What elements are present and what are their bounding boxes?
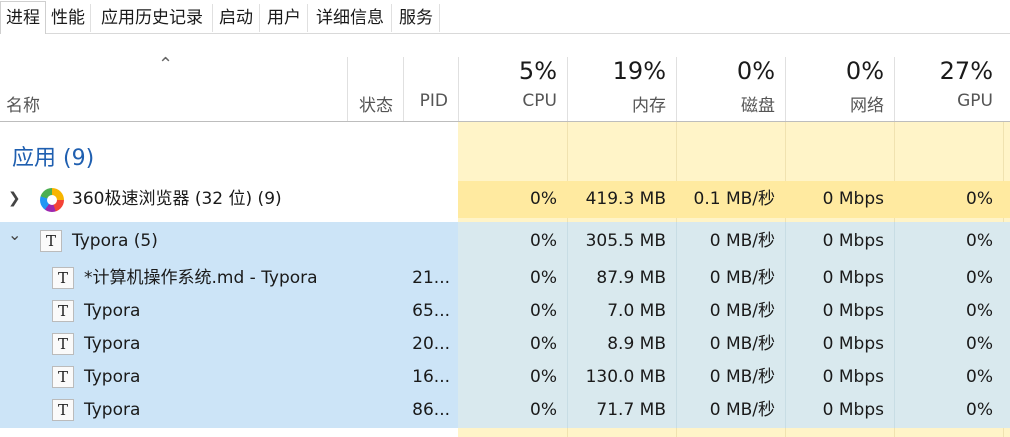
memory-value: 8.9 MB: [607, 334, 666, 354]
header-cpu[interactable]: 5% CPU: [459, 57, 567, 121]
disk-value: 0 MB/秒: [709, 268, 775, 288]
tab-performance[interactable]: 性能: [46, 4, 91, 32]
cpu-value: 0%: [530, 301, 557, 321]
header-network-label: 网络: [850, 96, 884, 116]
cpu-value: 0%: [530, 268, 557, 288]
typora-icon: T: [52, 267, 74, 289]
process-name: *计算机操作系统.md - Typora: [84, 268, 318, 288]
cpu-value: 0%: [530, 334, 557, 354]
header-name-label: 名称: [6, 96, 40, 116]
gpu-value: 0%: [966, 400, 993, 420]
gpu-value: 0%: [966, 189, 993, 209]
table-row[interactable]: T Typora 16... 0% 130.0 MB 0 MB/秒 0 Mbps…: [0, 361, 1010, 394]
pid-value: 16...: [412, 367, 450, 387]
disk-value: 0.1 MB/秒: [693, 189, 776, 209]
gpu-value: 0%: [966, 367, 993, 387]
header-cpu-pct: 5%: [518, 57, 557, 85]
tab-startup[interactable]: 启动: [213, 4, 260, 32]
network-value: 0 Mbps: [822, 189, 884, 209]
process-name: Typora: [84, 367, 141, 387]
header-gpu-label: GPU: [957, 91, 993, 111]
table-row[interactable]: T Typora 65... 0% 7.0 MB 0 MB/秒 0 Mbps 0…: [0, 295, 1010, 328]
cpu-value: 0%: [530, 367, 557, 387]
table-row[interactable]: T *计算机操作系统.md - Typora 21... 0% 87.9 MB …: [0, 262, 1010, 295]
tab-bar: 进程 性能 应用历史记录 启动 用户 详细信息 服务: [0, 0, 1010, 34]
memory-value: 87.9 MB: [596, 268, 666, 288]
network-value: 0 Mbps: [822, 334, 884, 354]
process-name: Typora: [84, 334, 141, 354]
network-value: 0 Mbps: [822, 268, 884, 288]
header-gpu[interactable]: 27% GPU: [895, 57, 1003, 121]
cpu-value: 0%: [530, 231, 557, 251]
gpu-value: 0%: [966, 334, 993, 354]
header-disk[interactable]: 0% 磁盘: [677, 57, 785, 121]
browser-icon: [40, 188, 64, 212]
header-network[interactable]: 0% 网络: [786, 57, 894, 121]
header-memory-label: 内存: [632, 96, 666, 116]
table-row[interactable]: ⌄ T Typora (5) 0% 305.5 MB 0 MB/秒 0 Mbps…: [0, 225, 1010, 258]
pid-value: 65...: [412, 301, 450, 321]
network-value: 0 Mbps: [822, 400, 884, 420]
process-name: 360极速浏览器 (32 位) (9): [72, 189, 282, 209]
memory-value: 7.0 MB: [607, 301, 666, 321]
pid-value: 20...: [412, 334, 450, 354]
header-gpu-pct: 27%: [939, 57, 993, 85]
memory-value: 71.7 MB: [596, 400, 666, 420]
table-row[interactable]: T Typora 86... 0% 71.7 MB 0 MB/秒 0 Mbps …: [0, 394, 1010, 427]
column-header: 名称 状态 PID 5% CPU 19% 内存 0% 磁盘 0% 网络 27% …: [0, 33, 1010, 122]
header-cpu-label: CPU: [522, 91, 557, 111]
header-disk-pct: 0%: [736, 57, 775, 85]
disk-value: 0 MB/秒: [709, 231, 775, 251]
cpu-value: 0%: [530, 189, 557, 209]
tab-app-history[interactable]: 应用历史记录: [92, 4, 213, 32]
cpu-value: 0%: [530, 400, 557, 420]
sort-up-icon: ⌃: [158, 54, 174, 75]
table-row[interactable]: T Typora 20... 0% 8.9 MB 0 MB/秒 0 Mbps 0…: [0, 328, 1010, 361]
disk-value: 0 MB/秒: [709, 367, 775, 387]
header-memory[interactable]: 19% 内存: [568, 57, 676, 121]
group-title-apps: 应用 (9): [12, 146, 95, 171]
header-status-label: 状态: [359, 96, 393, 116]
header-disk-label: 磁盘: [741, 96, 775, 116]
gpu-value: 0%: [966, 268, 993, 288]
chevron-down-icon[interactable]: ⌄: [8, 225, 21, 244]
header-status[interactable]: 状态: [348, 57, 403, 121]
process-name: Typora: [84, 400, 141, 420]
process-name: Typora (5): [72, 231, 158, 251]
network-value: 0 Mbps: [822, 231, 884, 251]
pid-value: 21...: [412, 268, 450, 288]
gpu-value: 0%: [966, 301, 993, 321]
header-pid-label: PID: [419, 91, 448, 111]
disk-value: 0 MB/秒: [709, 301, 775, 321]
network-value: 0 Mbps: [822, 301, 884, 321]
header-name[interactable]: 名称: [0, 57, 347, 121]
gpu-value: 0%: [966, 231, 993, 251]
tab-processes[interactable]: 进程: [0, 1, 46, 34]
header-memory-pct: 19%: [612, 57, 666, 85]
memory-value: 419.3 MB: [585, 189, 666, 209]
memory-value: 130.0 MB: [585, 367, 666, 387]
header-pid[interactable]: PID: [404, 57, 458, 121]
chevron-right-icon[interactable]: ❯: [8, 189, 21, 207]
typora-icon: T: [52, 300, 74, 322]
tab-services[interactable]: 服务: [393, 4, 440, 32]
disk-value: 0 MB/秒: [709, 334, 775, 354]
header-network-pct: 0%: [845, 57, 884, 85]
table-row[interactable]: ❯ 360极速浏览器 (32 位) (9) 0% 419.3 MB 0.1 MB…: [0, 183, 1010, 216]
process-name: Typora: [84, 301, 141, 321]
typora-icon: T: [52, 366, 74, 388]
network-value: 0 Mbps: [822, 367, 884, 387]
typora-icon: T: [40, 230, 62, 252]
typora-icon: T: [52, 333, 74, 355]
memory-value: 305.5 MB: [585, 231, 666, 251]
pid-value: 86...: [412, 400, 450, 420]
disk-value: 0 MB/秒: [709, 400, 775, 420]
tab-users[interactable]: 用户: [261, 4, 308, 32]
tab-details[interactable]: 详细信息: [309, 4, 392, 32]
typora-icon: T: [52, 399, 74, 421]
